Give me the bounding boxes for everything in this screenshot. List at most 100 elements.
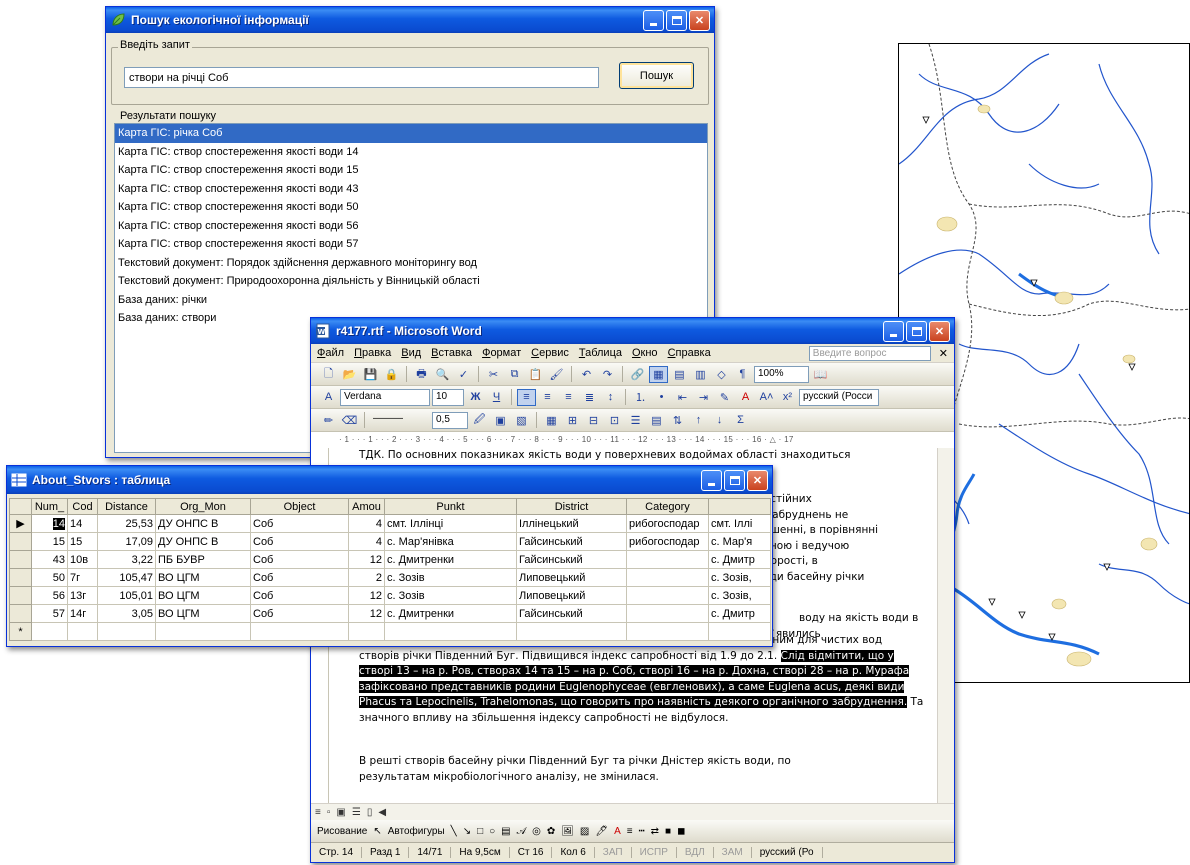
table-cell[interactable]: Липовецький <box>516 568 627 587</box>
columns-icon[interactable]: ▥ <box>691 366 710 383</box>
picture-icon[interactable]: 🖼 <box>561 826 574 837</box>
table-cell[interactable]: 15 <box>67 532 98 551</box>
table-cell[interactable]: 3,05 <box>97 604 156 623</box>
draw-menu[interactable]: Рисование <box>317 826 367 837</box>
status-ext[interactable]: ВДЛ <box>677 847 714 858</box>
autoformat-icon[interactable]: ▤ <box>647 412 666 429</box>
shading-icon[interactable]: ▧ <box>512 412 531 429</box>
font-select[interactable]: Verdana <box>340 388 430 406</box>
table-cell[interactable]: 14 <box>31 514 68 533</box>
close-doc-icon[interactable]: ✕ <box>939 347 948 360</box>
show-hide-icon[interactable]: ¶ <box>733 366 752 383</box>
line-spacing-icon[interactable]: ↕ <box>601 389 620 406</box>
oval-icon[interactable]: ○ <box>489 826 495 837</box>
line-color-icon[interactable]: 🖊 <box>595 826 608 837</box>
3d-icon[interactable]: ◼ <box>677 826 685 837</box>
table-row[interactable]: 56 13г 105,01 ВО ЦГМ Соб 12 с. Зозів Лип… <box>9 586 771 605</box>
table-cell[interactable]: 57 <box>31 604 68 623</box>
table-cell[interactable]: 12 <box>348 604 385 623</box>
draw-table-icon[interactable]: ✏ <box>319 412 338 429</box>
column-header[interactable]: Cod <box>67 498 98 515</box>
bullets-icon[interactable]: • <box>652 389 671 406</box>
new-doc-icon[interactable]: 🗋 <box>319 366 338 383</box>
textbox-icon[interactable]: ▤ <box>501 826 510 837</box>
minimize-button[interactable] <box>701 469 722 491</box>
minimize-button[interactable] <box>643 9 664 31</box>
table-cell[interactable]: 3,22 <box>97 550 156 569</box>
table-cell[interactable]: рибогосподар <box>626 514 709 533</box>
zoom-select[interactable]: 100% <box>754 365 809 383</box>
font-color-icon[interactable]: A <box>614 826 621 837</box>
styles-icon[interactable]: A <box>319 389 338 406</box>
line-weight-select[interactable]: 0,5 <box>432 411 468 429</box>
table-cell[interactable] <box>250 622 349 641</box>
autosum-icon[interactable]: Σ <box>731 412 750 429</box>
close-button[interactable]: ✕ <box>747 469 768 491</box>
dash-style-icon[interactable]: ┅ <box>639 826 645 837</box>
row-selector[interactable] <box>9 532 32 551</box>
minimize-button[interactable] <box>883 320 904 342</box>
hyperlink-icon[interactable]: 🔗 <box>628 366 647 383</box>
table-cell[interactable]: с. Мар'янівка <box>384 532 517 551</box>
table-cell[interactable]: ВО ЦГМ <box>155 604 251 623</box>
paste-icon[interactable]: 📋 <box>526 366 545 383</box>
table-cell[interactable]: 2 <box>348 568 385 587</box>
cut-icon[interactable]: ✂ <box>484 366 503 383</box>
format-painter-icon[interactable]: 🖌 <box>547 366 566 383</box>
column-header[interactable]: Punkt <box>384 498 517 515</box>
table-cell[interactable]: рибогосподар <box>626 532 709 551</box>
font-color-icon[interactable]: A <box>736 389 755 406</box>
insert-table-menu-icon[interactable]: ▦ <box>542 412 561 429</box>
permission-icon[interactable]: 🔒 <box>382 366 401 383</box>
table-cell[interactable]: ВО ЦГМ <box>155 586 251 605</box>
table-cell[interactable]: с. Дмитренки <box>384 550 517 569</box>
table-cell[interactable]: 43 <box>31 550 68 569</box>
table-cell[interactable]: 105,47 <box>97 568 156 587</box>
menu-file[interactable]: Файл <box>317 347 344 359</box>
menu-insert[interactable]: Вставка <box>431 347 472 359</box>
table-cell[interactable]: 56 <box>31 586 68 605</box>
table-cell[interactable]: Соб <box>250 532 349 551</box>
table-row[interactable]: ▶ 14 14 25,53 ДУ ОНПС В Соб 4 смт. Іллін… <box>9 514 771 533</box>
superscript-icon[interactable]: x² <box>778 389 797 406</box>
underline-icon[interactable]: Ч <box>487 389 506 406</box>
wordart-icon[interactable]: 𝒜 <box>517 826 526 837</box>
menu-window[interactable]: Окно <box>632 347 658 359</box>
table-cell[interactable] <box>155 622 251 641</box>
table-cell[interactable]: с. Зозів <box>384 568 517 587</box>
result-item[interactable]: Карта ГІС: створ спостереження якості во… <box>115 180 707 199</box>
table-cell[interactable]: ДУ ОНПС В <box>155 532 251 551</box>
shadow-icon[interactable]: ■ <box>665 826 671 837</box>
save-icon[interactable]: 💾 <box>361 366 380 383</box>
table-cell[interactable] <box>348 622 385 641</box>
table-cell[interactable]: Іллінецький <box>516 514 627 533</box>
column-header[interactable]: District <box>516 498 627 515</box>
result-item[interactable]: Карта ГІС: створ спостереження якості во… <box>115 217 707 236</box>
undo-icon[interactable]: ↶ <box>577 366 596 383</box>
new-record-row[interactable]: * <box>9 622 771 641</box>
table-row[interactable]: 57 14г 3,05 ВО ЦГМ Соб 12 с. Дмитренки Г… <box>9 604 771 623</box>
result-item[interactable]: Текстовий документ: Природоохоронна діял… <box>115 272 707 291</box>
table-window-titlebar[interactable]: About_Stvors : таблица ✕ <box>7 466 772 494</box>
table-cell[interactable]: ДУ ОНПС В <box>155 514 251 533</box>
table-cell[interactable]: 25,53 <box>97 514 156 533</box>
row-selector[interactable] <box>9 550 32 569</box>
result-item[interactable]: База даних: річки <box>115 291 707 310</box>
autoshapes-menu[interactable]: Автофигуры <box>388 826 445 837</box>
insert-table-icon[interactable]: ▤ <box>670 366 689 383</box>
border-color-icon[interactable]: 🖉 <box>470 412 489 429</box>
justify-icon[interactable]: ≣ <box>580 389 599 406</box>
horizontal-scrollbar[interactable]: ≡ ▫ ▣ ☰ ▯ ◀ <box>311 803 954 820</box>
language-select[interactable]: русский (Росси <box>799 388 879 406</box>
line-style-select[interactable]: ——— <box>370 412 430 429</box>
sort-desc-icon[interactable]: ↓ <box>710 412 729 429</box>
result-item[interactable]: Карта ГІС: створ спостереження якості во… <box>115 143 707 162</box>
spelling-icon[interactable]: ✓ <box>454 366 473 383</box>
search-input[interactable] <box>124 67 599 88</box>
align-left-icon[interactable]: ≡ <box>517 388 536 406</box>
table-cell[interactable]: 12 <box>348 586 385 605</box>
open-icon[interactable]: 📂 <box>340 366 359 383</box>
row-selector[interactable] <box>9 604 32 623</box>
table-cell[interactable]: 4 <box>348 532 385 551</box>
fill-color-icon[interactable]: ▨ <box>580 826 589 837</box>
